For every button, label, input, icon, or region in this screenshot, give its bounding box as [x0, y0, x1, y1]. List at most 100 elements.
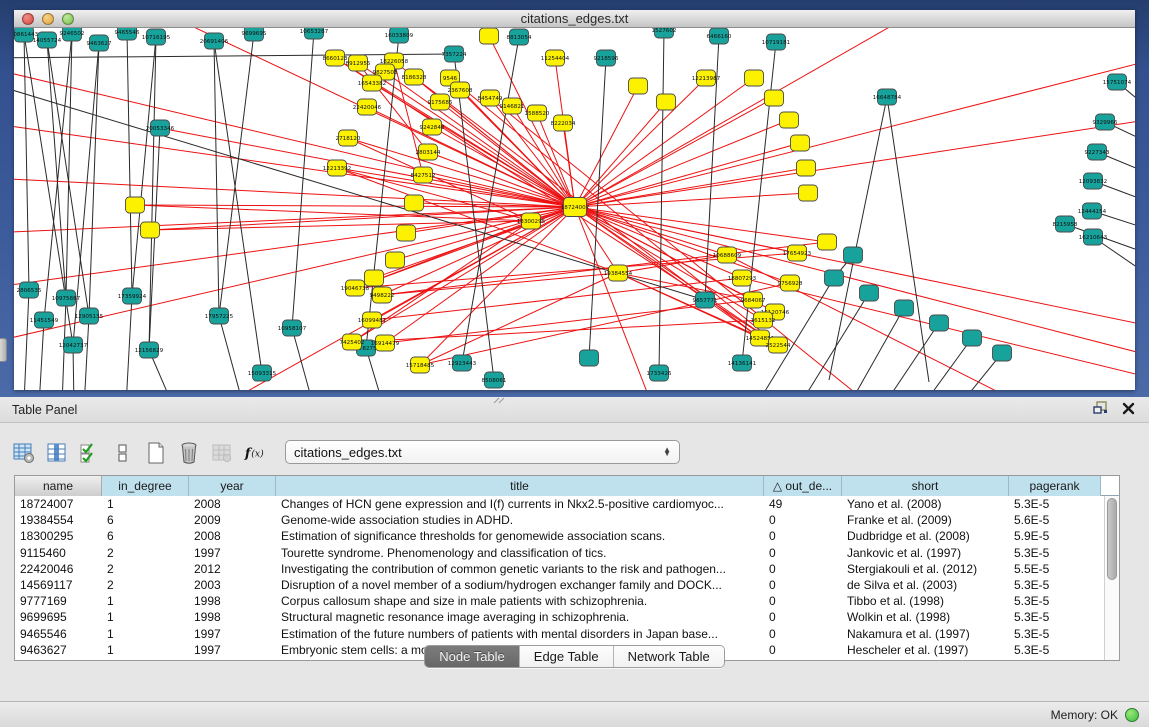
row-height-icon[interactable]: [111, 441, 135, 465]
graph-node-label: 16914479: [371, 341, 400, 347]
tab-node-table[interactable]: Node Table: [425, 646, 520, 667]
cell-name: 9777169: [15, 593, 102, 609]
graph-node-label: 11254404: [541, 56, 570, 62]
select-columns-icon[interactable]: [78, 441, 102, 465]
graph-node-label: 8215958: [1053, 222, 1078, 228]
tab-edge-table[interactable]: Edge Table: [520, 646, 614, 667]
graph-node-label: 16648784: [873, 95, 902, 101]
graph-node-label: 18807293: [728, 276, 757, 282]
graph-node-label: 9756928: [778, 281, 803, 287]
float-window-icon[interactable]: [1093, 401, 1108, 415]
graph-node[interactable]: [405, 195, 424, 211]
table-row[interactable]: 977716911998Corpus callosum shape and si…: [15, 593, 1119, 609]
cell-year: 2008: [189, 496, 276, 512]
graph-node[interactable]: [126, 197, 145, 213]
column-header-year[interactable]: year: [189, 476, 276, 496]
west-panel-handle[interactable]: [0, 338, 7, 362]
function-builder-icon[interactable]: f(x): [243, 441, 267, 465]
show-columns-icon[interactable]: [45, 441, 69, 465]
network-window-titlebar[interactable]: citations_edges.txt: [14, 10, 1135, 28]
graph-node[interactable]: [629, 78, 648, 94]
tab-network-table[interactable]: Network Table: [614, 646, 724, 667]
import-table-icon[interactable]: [210, 441, 234, 465]
cell-year: 2012: [189, 561, 276, 577]
table-row[interactable]: 911546021997Tourette syndrome. Phenomeno…: [15, 545, 1119, 561]
graph-node[interactable]: [844, 247, 863, 263]
graph-node[interactable]: [780, 112, 799, 128]
graph-node[interactable]: [791, 135, 810, 151]
cell-year: 2009: [189, 512, 276, 528]
graph-node[interactable]: [397, 225, 416, 241]
combo-arrows-icon: ▲▼: [663, 448, 671, 456]
table-row[interactable]: 946554611997Estimation of the future num…: [15, 626, 1119, 642]
desktop-background: citations_edges.txt 20861443140557249246…: [0, 0, 1149, 397]
graph-node-label: 8508061: [482, 378, 507, 384]
graph-node-label: 20053346: [146, 126, 175, 132]
graph-node[interactable]: [799, 185, 818, 201]
graph-node[interactable]: [365, 270, 384, 286]
table-selector-dropdown[interactable]: citations_edges.txt ▲▼: [285, 440, 680, 464]
graph-node[interactable]: [860, 285, 879, 301]
table-row[interactable]: 1872400712008Changes of HCN gene express…: [15, 496, 1119, 512]
graph-node-label: 16210643: [1079, 235, 1108, 241]
vertical-scrollbar[interactable]: [1104, 496, 1119, 660]
cell-short: Franke et al. (2009): [842, 512, 1009, 528]
table-settings-icon[interactable]: [12, 441, 36, 465]
cell-name: 9115460: [15, 545, 102, 561]
cell-name: 19384554: [15, 512, 102, 528]
graph-node-label: 2718120: [336, 136, 361, 142]
table-row[interactable]: 1456911722003Disruption of a novel membe…: [15, 577, 1119, 593]
table-row[interactable]: 2242004622012Investigating the contribut…: [15, 561, 1119, 577]
network-canvas[interactable]: 2086144314055724924650294636279465546107…: [14, 28, 1135, 390]
table-panel-body: f(x) citations_edges.txt ▲▼ namein_degre…: [8, 431, 1141, 671]
column-header-title[interactable]: title: [276, 476, 764, 496]
graph-node-label: 9498222: [370, 293, 395, 299]
graph-node[interactable]: [386, 252, 405, 268]
citation-network-graph[interactable]: 2086144314055724924650294636279465546107…: [14, 28, 1135, 390]
graph-node[interactable]: [895, 300, 914, 316]
graph-node-label: 20691406: [200, 39, 229, 45]
graph-node-label: 12213987: [692, 76, 721, 82]
graph-node-label: 15718485: [406, 363, 435, 369]
splitter-grip-icon[interactable]: [492, 397, 506, 404]
graph-node[interactable]: [765, 90, 784, 106]
graph-node-label: 8912955: [346, 61, 371, 67]
memory-status-label: Memory: OK: [1051, 708, 1118, 722]
graph-node-label: 15093315: [248, 371, 277, 377]
graph-node[interactable]: [993, 345, 1012, 361]
cell-out_de: 0: [764, 577, 842, 593]
graph-node[interactable]: [480, 28, 499, 44]
table-row[interactable]: 1938455462009Genome-wide association stu…: [15, 512, 1119, 528]
column-header-pagerank[interactable]: pagerank: [1009, 476, 1101, 496]
graph-node[interactable]: [580, 350, 599, 366]
svg-text:(x): (x): [251, 449, 264, 460]
delete-table-icon[interactable]: [177, 441, 201, 465]
column-header-in_degree[interactable]: in_degree: [102, 476, 189, 496]
scrollbar-thumb[interactable]: [1107, 498, 1117, 580]
column-header-short[interactable]: short: [842, 476, 1009, 496]
column-header-out_de[interactable]: △ out_de...: [764, 476, 842, 496]
graph-node[interactable]: [825, 270, 844, 286]
graph-node-label: 1588520: [525, 111, 550, 117]
graph-node[interactable]: [963, 330, 982, 346]
cell-name: 9465546: [15, 626, 102, 642]
cell-out_de: 0: [764, 545, 842, 561]
graph-node[interactable]: [797, 160, 816, 176]
table-row[interactable]: 1830029562008Estimation of significance …: [15, 528, 1119, 544]
graph-node[interactable]: [141, 222, 160, 238]
graph-node[interactable]: [930, 315, 949, 331]
cell-short: Dudbridge et al. (2008): [842, 528, 1009, 544]
graph-node[interactable]: [818, 234, 837, 250]
graph-node[interactable]: [745, 70, 764, 86]
new-table-icon[interactable]: [144, 441, 168, 465]
graph-node-label: 18724007: [561, 205, 590, 211]
cell-pagerank: 5.9E-5: [1009, 528, 1101, 544]
cell-out_de: 0: [764, 528, 842, 544]
cell-year: 1998: [189, 593, 276, 609]
graph-node-label: 10688609: [713, 253, 742, 259]
graph-node-label: 10975887: [52, 296, 81, 302]
graph-node[interactable]: [657, 94, 676, 110]
column-header-name[interactable]: name: [15, 476, 102, 496]
close-panel-icon[interactable]: [1122, 402, 1135, 415]
table-row[interactable]: 969969511998Structural magnetic resonanc…: [15, 609, 1119, 625]
